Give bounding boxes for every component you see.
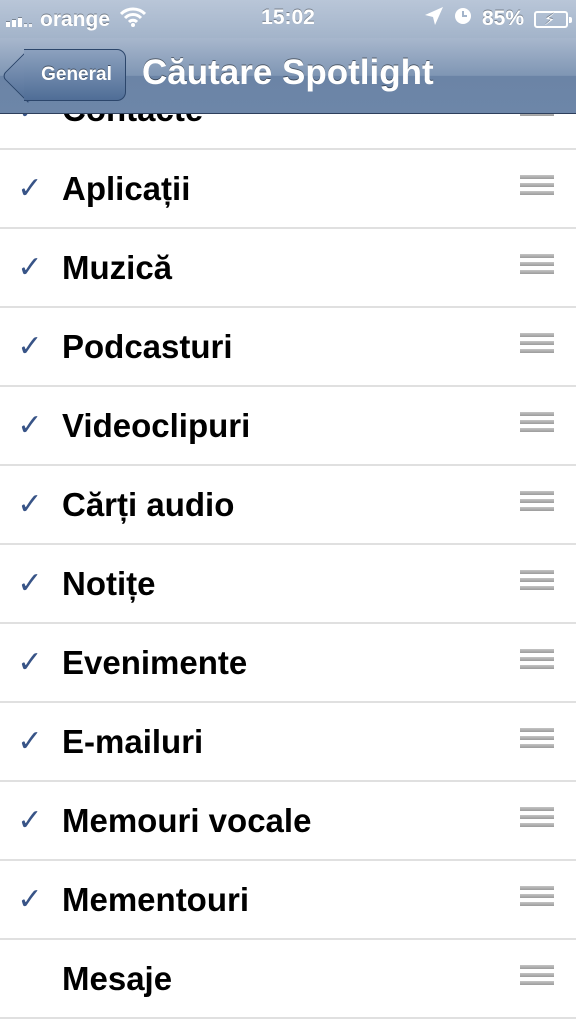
checkmark-icon: ✓ [17,883,43,916]
battery-percent: 85% [481,7,524,30]
checkmark-icon: ✓ [17,330,43,363]
list-item[interactable]: ✓ E-mailuri [0,703,576,782]
reorder-handle-icon[interactable] [520,885,554,914]
item-label: Contacte [62,114,203,129]
checkmark-icon: ✓ [17,488,43,521]
list-item[interactable]: ✓ Podcasturi [0,308,576,387]
item-label: Notițe [62,564,156,602]
item-label: Cărți audio [62,485,235,523]
list-item[interactable]: ✓ Contacte [0,114,576,150]
item-label: Muzică [62,248,173,286]
list-item[interactable]: Mesaje [0,940,576,1019]
list-item[interactable]: ✓ Aplicații [0,150,576,229]
status-right: 85% ⚡ [414,6,572,32]
back-button[interactable]: General [24,49,126,101]
list-item[interactable]: ✓ Cărți audio [0,466,576,545]
item-label: Podcasturi [62,327,233,365]
checkmark-icon: ✓ [17,251,43,284]
reorder-handle-icon[interactable] [520,648,554,677]
list-item[interactable]: ✓ Videoclipuri [0,387,576,466]
reorder-handle-icon[interactable] [520,411,554,440]
checkmark-icon: ✓ [17,725,43,758]
list-item[interactable]: ✓ Muzică [0,229,576,308]
reorder-handle-icon[interactable] [520,114,554,124]
checkmark-icon: ✓ [17,646,43,679]
battery-charging-icon: ⚡ [534,10,572,29]
checkmark-icon: ✓ [17,172,43,205]
reorder-handle-icon[interactable] [520,727,554,756]
item-label: Memouri vocale [62,801,312,839]
alarm-icon [454,7,472,31]
item-label: Mementouri [62,880,250,918]
reorder-handle-icon[interactable] [520,964,554,993]
list-item[interactable]: ✓ Memouri vocale [0,782,576,861]
status-bar: orange 15:02 85% ⚡ [0,0,576,38]
reorder-handle-icon[interactable] [520,332,554,361]
navigation-bar: General Căutare Spotlight [0,38,576,114]
list-item[interactable]: ✓ Mementouri [0,861,576,940]
checkmark-icon: ✓ [17,409,43,442]
spotlight-categories-list[interactable]: ✓ Contacte ✓ Aplicații ✓ Muzică ✓ Podcas… [0,114,576,1024]
location-icon [424,6,444,32]
reorder-handle-icon[interactable] [520,490,554,519]
reorder-handle-icon[interactable] [520,569,554,598]
reorder-handle-icon[interactable] [520,253,554,282]
item-label: Evenimente [62,643,248,681]
list-item[interactable]: ✓ Notițe [0,545,576,624]
item-label: Videoclipuri [62,406,251,444]
list-item[interactable]: ✓ Evenimente [0,624,576,703]
item-label: Aplicații [62,169,191,207]
checkmark-icon: ✓ [15,114,45,127]
item-label: Mesaje [62,959,173,997]
item-label: E-mailuri [62,722,204,760]
reorder-handle-icon[interactable] [520,806,554,835]
checkmark-icon: ✓ [17,804,43,837]
reorder-handle-icon[interactable] [520,174,554,203]
page-title: Căutare Spotlight [142,53,434,92]
checkmark-icon: ✓ [17,567,43,600]
